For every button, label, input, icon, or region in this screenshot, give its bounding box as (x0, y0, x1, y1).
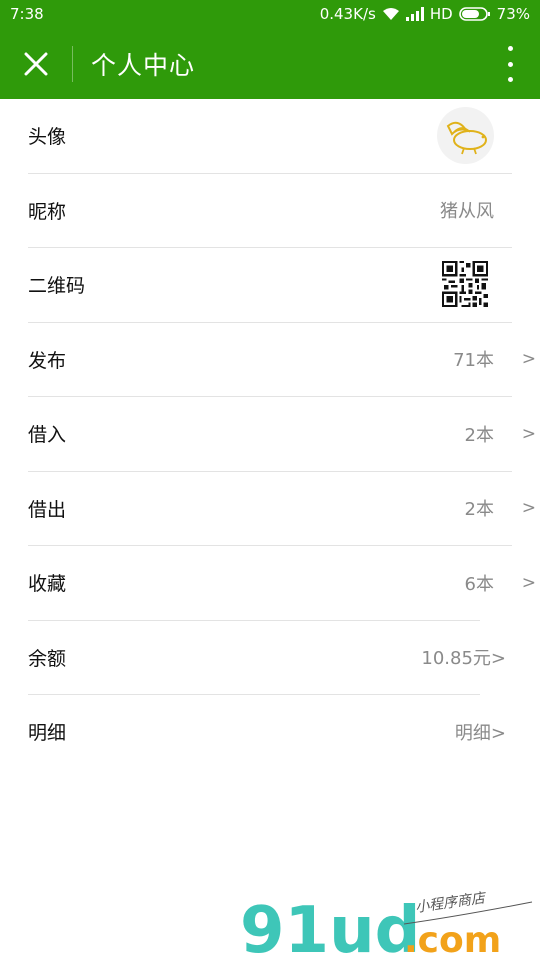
row-favorites[interactable]: 收藏 6本 > (28, 546, 540, 620)
more-vertical-icon (507, 46, 513, 51)
battery-icon (458, 7, 491, 21)
more-button[interactable] (500, 46, 520, 82)
watermark-domain: .com (404, 920, 501, 960)
borrowed-in-count: 2本 (464, 424, 494, 446)
row-avatar[interactable]: 头像 (28, 99, 540, 173)
close-icon (24, 52, 48, 75)
avatar[interactable] (437, 107, 494, 164)
nickname-value: 猪从风 (440, 201, 494, 223)
chevron-right-icon: > (521, 498, 536, 519)
chevron-right-icon: > (521, 572, 536, 593)
battery-percent: 73% (496, 5, 530, 23)
status-time: 7:38 (10, 5, 44, 23)
row-borrowed-in[interactable]: 借入 2本 > (28, 397, 540, 471)
row-balance[interactable]: 余额 10.85元> (28, 621, 540, 695)
published-count: 71本 (453, 350, 494, 372)
close-button[interactable] (0, 28, 72, 99)
qr-code-icon[interactable] (442, 261, 488, 307)
lent-out-count: 2本 (464, 499, 494, 521)
flying-pig-icon (446, 121, 487, 154)
profile-list: 头像 昵称 猪从风 二维码 发布 71本 > 借入 2本 > 借出 2本 > 收… (0, 99, 540, 769)
wifi-icon (382, 7, 400, 21)
title-divider (72, 45, 73, 82)
favorites-count: 6本 (464, 573, 494, 595)
row-label: 昵称 (28, 200, 67, 223)
details-link: 明细> (454, 722, 506, 744)
row-nickname[interactable]: 昵称 猪从风 (28, 174, 540, 248)
row-label: 头像 (28, 126, 67, 149)
row-published[interactable]: 发布 71本 > (28, 323, 540, 397)
page-title: 个人中心 (91, 50, 196, 80)
title-bar: 个人中心 (0, 28, 540, 99)
status-bar: 7:38 0.43K/s HD 73% (0, 0, 540, 28)
status-right: 0.43K/s HD 73% (320, 5, 530, 23)
row-details[interactable]: 明细 明细> (28, 695, 540, 769)
row-label: 借入 (28, 424, 67, 447)
watermark-brand: 91ud (240, 894, 420, 960)
row-qrcode[interactable]: 二维码 (28, 248, 540, 322)
chevron-right-icon: > (521, 423, 536, 444)
row-label: 借出 (28, 498, 67, 521)
network-type: HD (429, 5, 453, 23)
row-label: 二维码 (28, 275, 86, 298)
watermark-logo: 91ud .com 小程序商店 (240, 890, 540, 960)
signal-icon (405, 7, 424, 21)
row-lent-out[interactable]: 借出 2本 > (28, 472, 540, 546)
row-label: 余额 (28, 647, 67, 670)
network-speed: 0.43K/s (319, 5, 376, 23)
row-label: 发布 (28, 349, 67, 372)
chevron-right-icon: > (521, 349, 536, 370)
row-label: 收藏 (28, 573, 67, 596)
row-label: 明细 (28, 722, 67, 745)
balance-value: 10.85元> (421, 648, 506, 670)
